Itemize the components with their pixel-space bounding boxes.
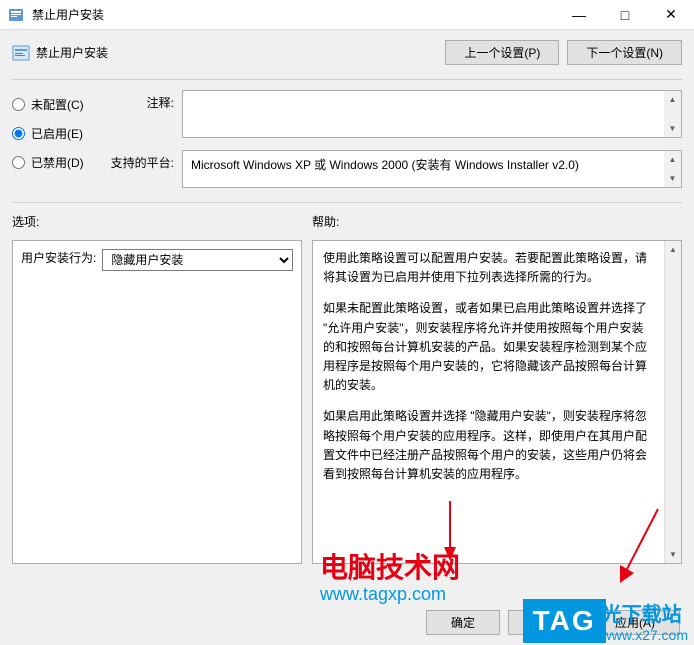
platform-row: 支持的平台: ▲ ▼ [104, 150, 682, 188]
cancel-button[interactable]: 取消 [508, 610, 582, 635]
comment-row: 注释: ▲ ▼ [104, 90, 682, 138]
comment-input[interactable] [183, 91, 664, 137]
window-title: 禁止用户安装 [32, 6, 556, 23]
radio-not-configured[interactable]: 未配置(C) [12, 96, 104, 113]
comment-label: 注释: [104, 90, 174, 111]
platform-label: 支持的平台: [104, 150, 174, 171]
scroll-down-icon[interactable]: ▼ [665, 546, 681, 563]
platform-input-wrap: ▲ ▼ [182, 150, 682, 188]
radio-disabled-label: 已禁用(D) [31, 154, 84, 171]
platform-input [183, 151, 664, 187]
radio-enabled[interactable]: 已启用(E) [12, 125, 104, 142]
fields-column: 注释: ▲ ▼ 支持的平台: ▲ ▼ [104, 90, 682, 188]
dialog-buttons: 确定 取消 应用(A) [426, 610, 680, 635]
help-text: 使用此策略设置可以配置用户安装。若要配置此策略设置，请将其设置为已启用并使用下拉… [313, 241, 664, 563]
lower-panels: 用户安装行为: 隐藏用户安装 使用此策略设置可以配置用户安装。若要配置此策略设置… [0, 234, 694, 564]
radio-enabled-label: 已启用(E) [31, 125, 83, 142]
radio-enabled-input[interactable] [12, 127, 25, 140]
radio-group: 未配置(C) 已启用(E) 已禁用(D) [12, 90, 104, 188]
apply-button[interactable]: 应用(A) [590, 610, 680, 635]
scroll-down-icon[interactable]: ▼ [664, 170, 681, 187]
help-scrollbar[interactable]: ▲ ▼ [664, 241, 681, 563]
help-paragraph: 如果启用此策略设置并选择 "隐藏用户安装"，则安装程序将忽略按照每个用户安装的应… [323, 407, 654, 484]
help-panel: 使用此策略设置可以配置用户安装。若要配置此策略设置，请将其设置为已启用并使用下拉… [312, 240, 682, 564]
scroll-up-icon[interactable]: ▲ [664, 91, 681, 108]
comment-scrollbar[interactable]: ▲ ▼ [664, 91, 681, 137]
watermark-url: www.tagxp.com [320, 584, 460, 605]
options-panel: 用户安装行为: 隐藏用户安装 [12, 240, 302, 564]
radio-disabled-input[interactable] [12, 156, 25, 169]
window-controls: — □ ✕ [556, 0, 694, 30]
comment-input-wrap: ▲ ▼ [182, 90, 682, 138]
dialog-body: 禁止用户安装 上一个设置(P) 下一个设置(N) 未配置(C) 已启用(E) 已… [0, 30, 694, 645]
help-paragraph: 使用此策略设置可以配置用户安装。若要配置此策略设置，请将其设置为已启用并使用下拉… [323, 249, 654, 287]
next-setting-button[interactable]: 下一个设置(N) [567, 40, 682, 65]
minimize-button[interactable]: — [556, 0, 602, 30]
prev-setting-button[interactable]: 上一个设置(P) [445, 40, 559, 65]
policy-icon [12, 44, 30, 62]
nav-buttons: 上一个设置(P) 下一个设置(N) [445, 40, 682, 65]
scroll-down-icon[interactable]: ▼ [664, 120, 681, 137]
help-paragraph: 如果未配置此策略设置，或者如果已启用此策略设置并选择了 "允许用户安装"，则安装… [323, 299, 654, 395]
section-labels: 选项: 帮助: [0, 203, 694, 234]
ok-button[interactable]: 确定 [426, 610, 500, 635]
radio-disabled[interactable]: 已禁用(D) [12, 154, 104, 171]
scroll-up-icon[interactable]: ▲ [664, 151, 681, 168]
header-row: 禁止用户安装 上一个设置(P) 下一个设置(N) [0, 30, 694, 79]
radio-not-configured-input[interactable] [12, 98, 25, 111]
radio-not-configured-label: 未配置(C) [31, 96, 84, 113]
behavior-label: 用户安装行为: [21, 249, 96, 266]
platform-scrollbar[interactable]: ▲ ▼ [664, 151, 681, 187]
behavior-select[interactable]: 隐藏用户安装 [102, 249, 293, 271]
scroll-up-icon[interactable]: ▲ [665, 241, 681, 258]
config-section: 未配置(C) 已启用(E) 已禁用(D) 注释: ▲ ▼ [0, 80, 694, 188]
help-label: 帮助: [312, 213, 682, 230]
app-icon [8, 7, 24, 23]
titlebar: 禁止用户安装 — □ ✕ [0, 0, 694, 30]
policy-title: 禁止用户安装 [36, 44, 445, 61]
close-button[interactable]: ✕ [648, 0, 694, 30]
maximize-button[interactable]: □ [602, 0, 648, 30]
options-label: 选项: [12, 213, 312, 230]
